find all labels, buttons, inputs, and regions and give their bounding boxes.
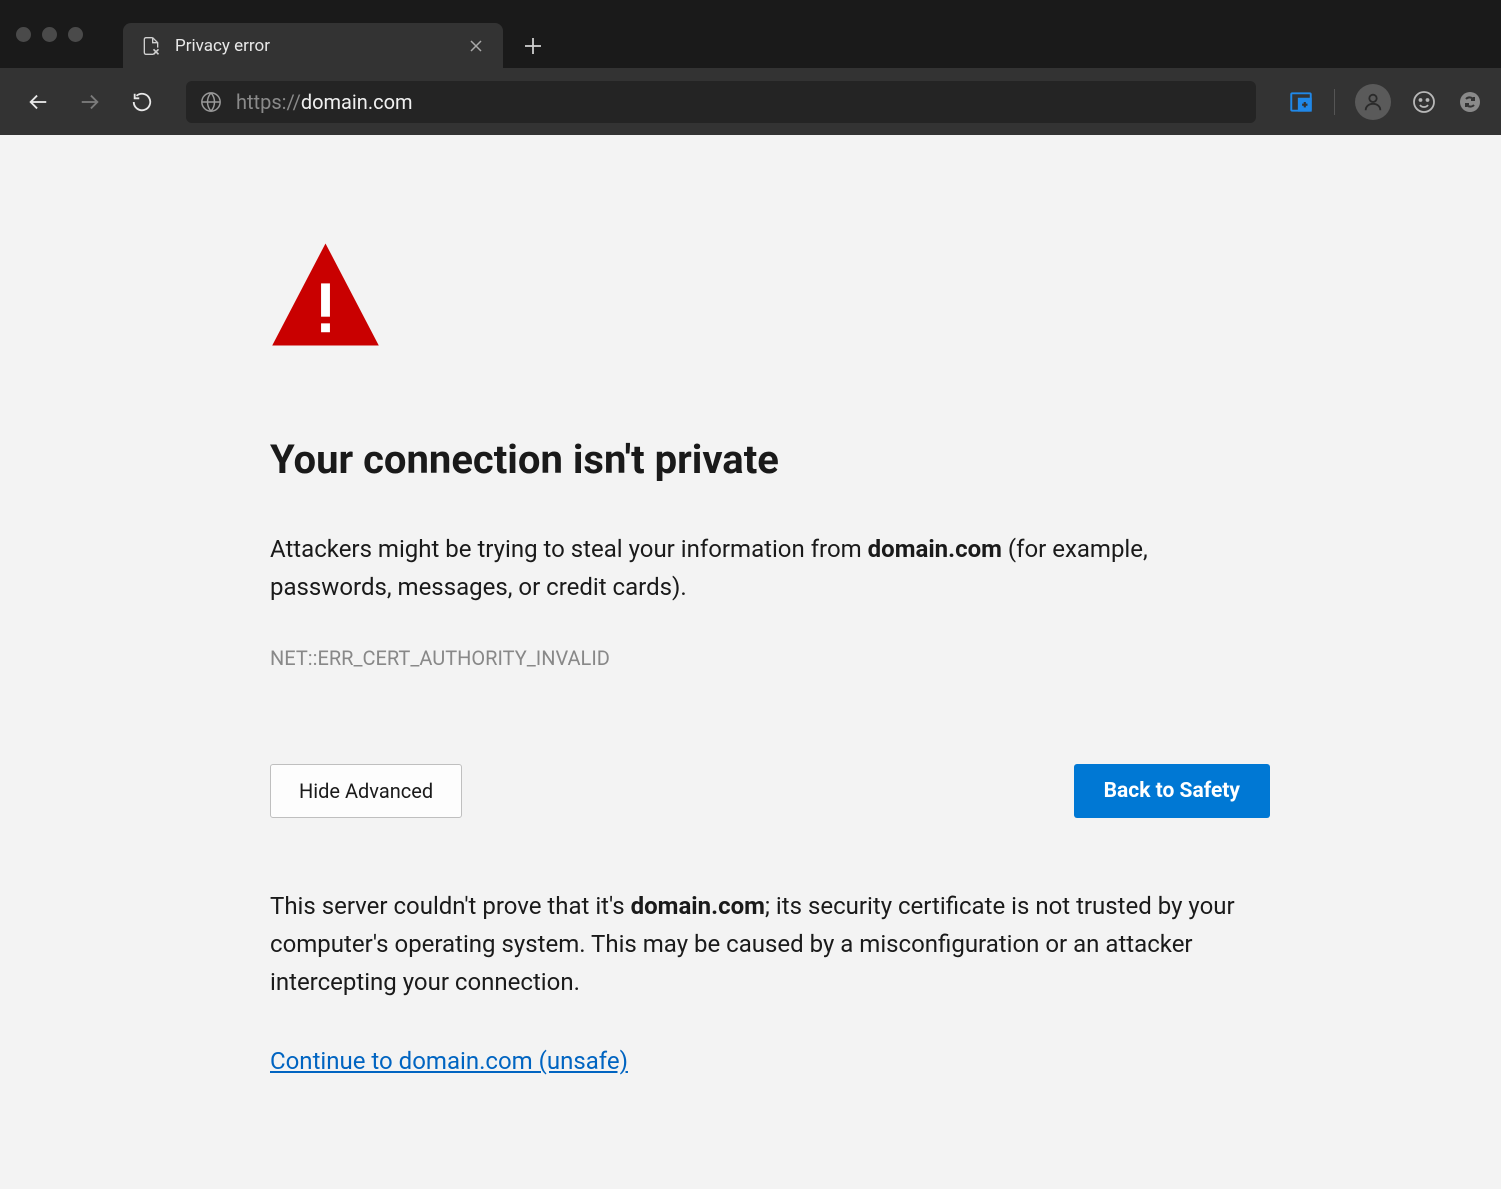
url-domain: domain.com	[301, 90, 413, 114]
url-protocol: https://	[236, 90, 301, 114]
forward-button[interactable]	[70, 82, 110, 122]
error-container: Your connection isn't private Attackers …	[270, 239, 1270, 1075]
tab-bar: Privacy error	[0, 0, 1501, 68]
feedback-icon[interactable]	[1411, 89, 1437, 115]
error-desc-domain: domain.com	[868, 535, 1002, 563]
error-description: Attackers might be trying to steal your …	[270, 531, 1270, 606]
window-maximize-button[interactable]	[68, 27, 83, 42]
url-text: https://domain.com	[236, 90, 413, 114]
tracking-prevention-icon[interactable]	[1288, 89, 1314, 115]
page-content: Your connection isn't private Attackers …	[0, 135, 1501, 1075]
window-close-button[interactable]	[16, 27, 31, 42]
back-to-safety-button[interactable]: Back to Safety	[1074, 764, 1270, 818]
tab-title: Privacy error	[175, 36, 453, 56]
toolbar: https://domain.com	[0, 68, 1501, 135]
hide-advanced-button[interactable]: Hide Advanced	[270, 764, 462, 818]
warning-triangle-icon	[270, 239, 1270, 354]
new-tab-button[interactable]	[513, 26, 553, 66]
insecure-page-icon	[141, 36, 161, 56]
browser-tab[interactable]: Privacy error	[123, 23, 503, 68]
toolbar-right	[1288, 84, 1483, 120]
reload-button[interactable]	[122, 82, 162, 122]
advanced-details: This server couldn't prove that it's dom…	[270, 888, 1270, 1001]
error-code: NET::ERR_CERT_AUTHORITY_INVALID	[270, 646, 1270, 670]
profile-button[interactable]	[1355, 84, 1391, 120]
error-heading: Your connection isn't private	[270, 436, 1270, 483]
window-minimize-button[interactable]	[42, 27, 57, 42]
button-row: Hide Advanced Back to Safety	[270, 764, 1270, 818]
sync-icon[interactable]	[1457, 89, 1483, 115]
error-desc-pre: Attackers might be trying to steal your …	[270, 535, 868, 563]
address-bar[interactable]: https://domain.com	[186, 81, 1256, 123]
globe-icon	[200, 91, 222, 113]
back-button[interactable]	[18, 82, 58, 122]
continue-unsafe-link[interactable]: Continue to domain.com (unsafe)	[270, 1047, 628, 1075]
tab-close-button[interactable]	[467, 37, 485, 55]
browser-chrome: Privacy error	[0, 0, 1501, 135]
toolbar-divider	[1334, 89, 1335, 115]
window-controls	[16, 27, 83, 42]
advanced-pre: This server couldn't prove that it's	[270, 892, 631, 920]
advanced-domain: domain.com	[631, 892, 765, 920]
